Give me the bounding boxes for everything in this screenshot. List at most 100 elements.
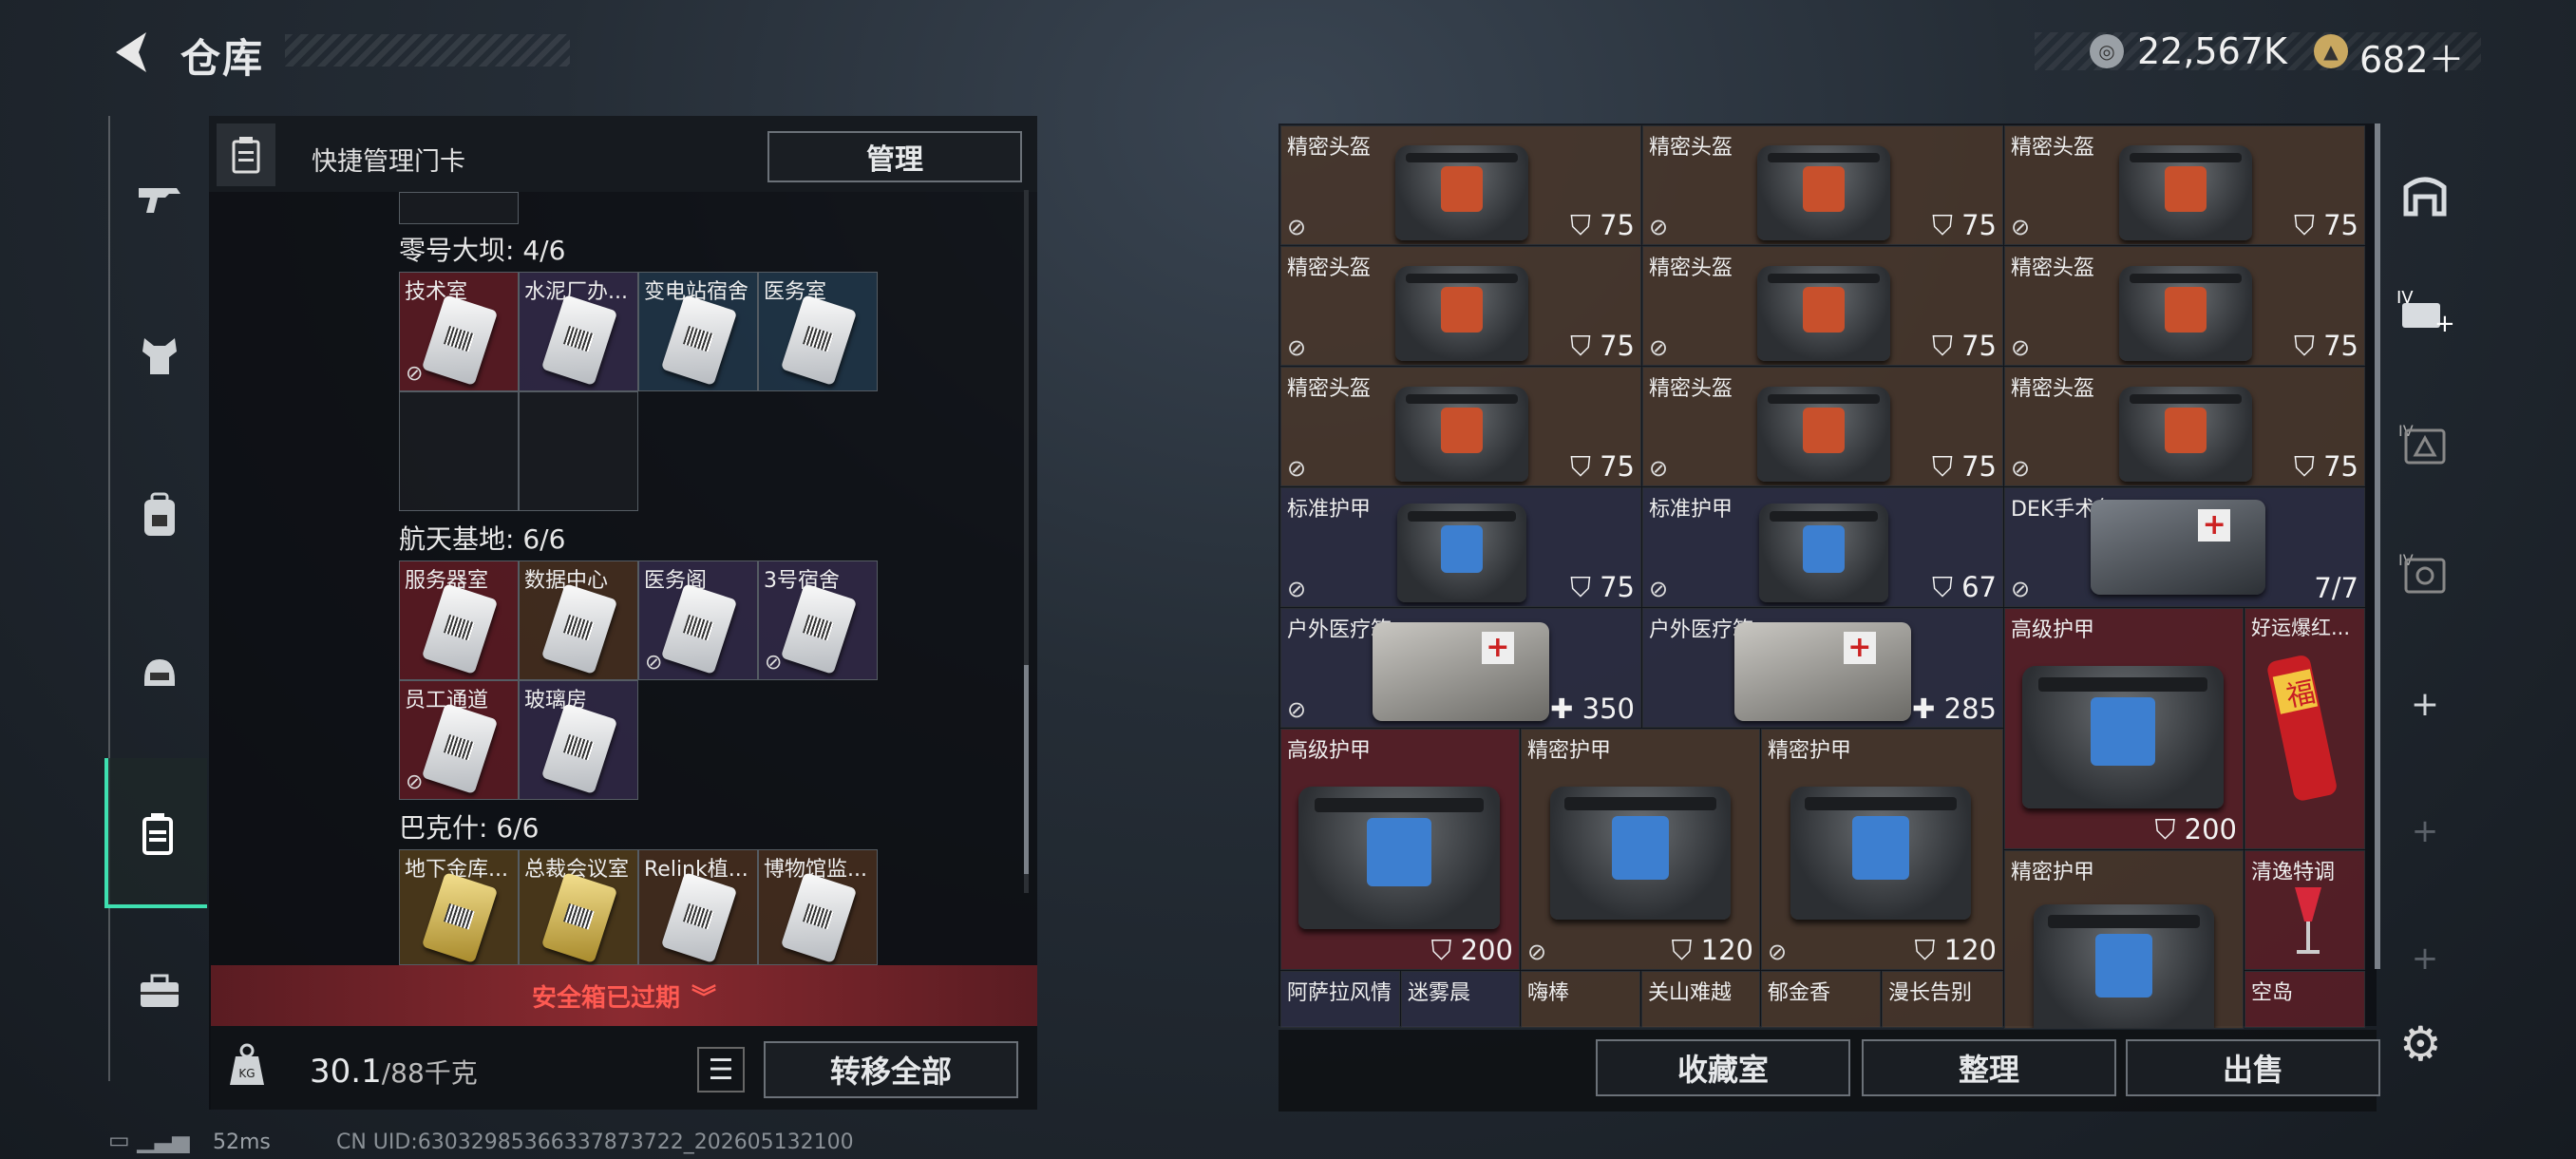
stash-item[interactable]: 精密头盔 ⊘ ⛉ 75: [2004, 367, 2365, 486]
silver-coin-icon: ◎: [2090, 34, 2124, 68]
add-page-icon[interactable]: +: [2382, 661, 2468, 747]
stash-item[interactable]: 高级护甲 ⛉ 200: [2004, 608, 2244, 849]
keycard-slot[interactable]: 水泥厂办...: [519, 272, 638, 391]
helmet-icon[interactable]: [110, 635, 209, 711]
durability-value: ⛉ 75: [2294, 209, 2358, 241]
medical-kit-icon: [1734, 622, 1911, 721]
stash-item[interactable]: 户外医疗箱✚ 285: [1642, 608, 2003, 728]
stash-page-icon[interactable]: IV: [2382, 528, 2468, 614]
backpack-icon[interactable]: [110, 477, 209, 553]
keycard-slot[interactable]: 总裁会议室: [519, 849, 638, 965]
keycard-slot[interactable]: 技术室 ⊘: [399, 272, 519, 391]
chevron-down-icon: ︾: [691, 983, 717, 1013]
stash-item[interactable]: DEK手术包⊘7/7: [2004, 487, 2365, 607]
svg-text:KG: KG: [238, 1067, 255, 1080]
item-name: 关山难越: [1648, 981, 1733, 1005]
weight-icon: KG: [228, 1043, 272, 1092]
keycard-slot[interactable]: 变电站宿舍: [638, 272, 758, 391]
battery-signal-icon: ▭ ▁▃▅: [108, 1127, 190, 1153]
add-page-icon[interactable]: +: [2382, 788, 2468, 874]
organize-button[interactable]: 整理: [1862, 1039, 2116, 1096]
keycard-slot[interactable]: 玻璃房: [519, 680, 638, 800]
stash-item[interactable]: 阿萨拉风情: [1280, 971, 1400, 1028]
no-restock-icon: ⊘: [1768, 939, 1788, 965]
stash-page-icon[interactable]: IV: [2382, 399, 2468, 484]
stash-main-icon[interactable]: [2382, 152, 2468, 238]
stash-item[interactable]: 郁金香: [1761, 971, 1881, 1028]
stash-item[interactable]: 精密头盔 ⊘ ⛉ 75: [1642, 367, 2003, 486]
uses-value: 7/7: [2314, 572, 2358, 604]
item-name: 嗨棒: [1527, 981, 1570, 1005]
manage-button[interactable]: 管理: [767, 131, 1022, 182]
stash-item[interactable]: 精密头盔 ⊘ ⛉ 75: [1280, 246, 1641, 366]
gun-icon[interactable]: [110, 162, 209, 238]
safe-box-expired-banner[interactable]: 安全箱已过期 ︾: [211, 965, 1037, 1026]
stash-scrollbar[interactable]: [2375, 124, 2380, 969]
durability-value: ⛉ 120: [1914, 934, 1997, 966]
toolbox-icon[interactable]: [110, 954, 209, 1030]
keycard-slot[interactable]: 医务室: [758, 272, 878, 391]
stash-item[interactable]: 精密头盔 ⊘ ⛉ 75: [2004, 125, 2365, 245]
keycard-icon: [421, 872, 499, 963]
stash-item[interactable]: 漫长告别: [1882, 971, 2003, 1028]
page-title: 仓库: [180, 35, 265, 82]
transfer-all-button[interactable]: 转移全部: [764, 1041, 1018, 1098]
helmet-bag-icon: [1395, 266, 1528, 361]
item-name: 空岛: [2251, 981, 2294, 1005]
stash-item[interactable]: 精密头盔 ⊘ ⛉ 75: [2004, 246, 2365, 366]
keycard-slot[interactable]: 地下金库...: [399, 849, 519, 965]
stash-item[interactable]: 标准护甲 ⊘ ⛉ 67: [1642, 487, 2003, 607]
helmet-bag-icon: [1395, 387, 1528, 482]
keycard-slot[interactable]: 服务器室: [399, 560, 519, 680]
list-icon[interactable]: ☰: [697, 1047, 745, 1092]
sell-button[interactable]: 出售: [2126, 1039, 2380, 1096]
item-name: 精密头盔: [1649, 377, 1733, 401]
stash-item[interactable]: 清逸特调: [2245, 850, 2365, 970]
collection-room-button[interactable]: 收藏室: [1596, 1039, 1850, 1096]
keycard-slot[interactable]: 数据中心: [519, 560, 638, 680]
stash-item[interactable]: 好运爆红... 福: [2245, 608, 2365, 849]
svg-text:+: +: [2434, 310, 2453, 333]
stash-item[interactable]: 标准护甲 ⊘ ⛉ 75: [1280, 487, 1641, 607]
keycard-slot[interactable]: 员工通道 ⊘: [399, 680, 519, 800]
gear-icon[interactable]: ⚙: [2399, 1016, 2442, 1072]
stash-item[interactable]: 迷雾晨: [1401, 971, 1520, 1028]
item-name: 精密头盔: [2011, 136, 2095, 160]
item-name: 精密护甲: [1768, 739, 1852, 763]
keycard-slot[interactable]: 医务阁 ⊘: [638, 560, 758, 680]
scrollbar-thumb[interactable]: [1024, 665, 1029, 874]
stash-item[interactable]: 精密护甲 ⊘ ⛉ 120: [1761, 729, 2003, 970]
keycard-icon: [780, 294, 858, 386]
keycard-icon: [540, 294, 618, 386]
section-title: 巴克什: 6/6: [399, 812, 540, 844]
keycard-holder-icon: [217, 124, 275, 186]
back-arrow-icon[interactable]: [106, 27, 158, 78]
stash-item[interactable]: 精密头盔 ⊘ ⛉ 75: [1280, 367, 1641, 486]
keycard-icon: [660, 583, 738, 674]
stash-item[interactable]: 精密护甲 ⊘ ⛉ 120: [1521, 729, 1760, 970]
keycard-slot[interactable]: 3号宿舍 ⊘: [758, 560, 878, 680]
stash-item[interactable]: 空岛: [2245, 971, 2365, 1028]
item-name: 精密头盔: [1649, 256, 1733, 280]
durability-value: ⛉ 75: [1932, 450, 1997, 483]
stash-expand-icon[interactable]: IV +: [2382, 266, 2468, 352]
stash-item[interactable]: 关山难越: [1641, 971, 1760, 1028]
armor-icon[interactable]: [110, 317, 209, 393]
helmet-bag-icon: [1757, 145, 1890, 240]
expired-label: 安全箱已过期: [531, 983, 680, 1013]
stash-item[interactable]: 户外医疗箱⊘✚ 350: [1280, 608, 1641, 728]
stash-item[interactable]: 精密护甲: [2004, 850, 2244, 1029]
keycard-icon[interactable]: [104, 758, 207, 908]
no-restock-icon: ⊘: [1287, 214, 1307, 240]
add-page-icon[interactable]: +: [2382, 916, 2468, 1001]
gold-currency[interactable]: 682＋: [2359, 30, 2465, 83]
stash-item[interactable]: 精密头盔 ⊘ ⛉ 75: [1280, 125, 1641, 245]
keycard-slot[interactable]: Relink植...: [638, 849, 758, 965]
stash-item[interactable]: 精密头盔 ⊘ ⛉ 75: [1642, 246, 2003, 366]
stash-item[interactable]: 精密头盔 ⊘ ⛉ 75: [1642, 125, 2003, 245]
no-restock-icon: ⊘: [1649, 455, 1669, 482]
stash-item[interactable]: 高级护甲 ⛉ 200: [1280, 729, 1520, 970]
keycard-slot[interactable]: 博物馆监...: [758, 849, 878, 965]
keycard-icon: [421, 703, 499, 794]
stash-item[interactable]: 嗨棒: [1521, 971, 1640, 1028]
